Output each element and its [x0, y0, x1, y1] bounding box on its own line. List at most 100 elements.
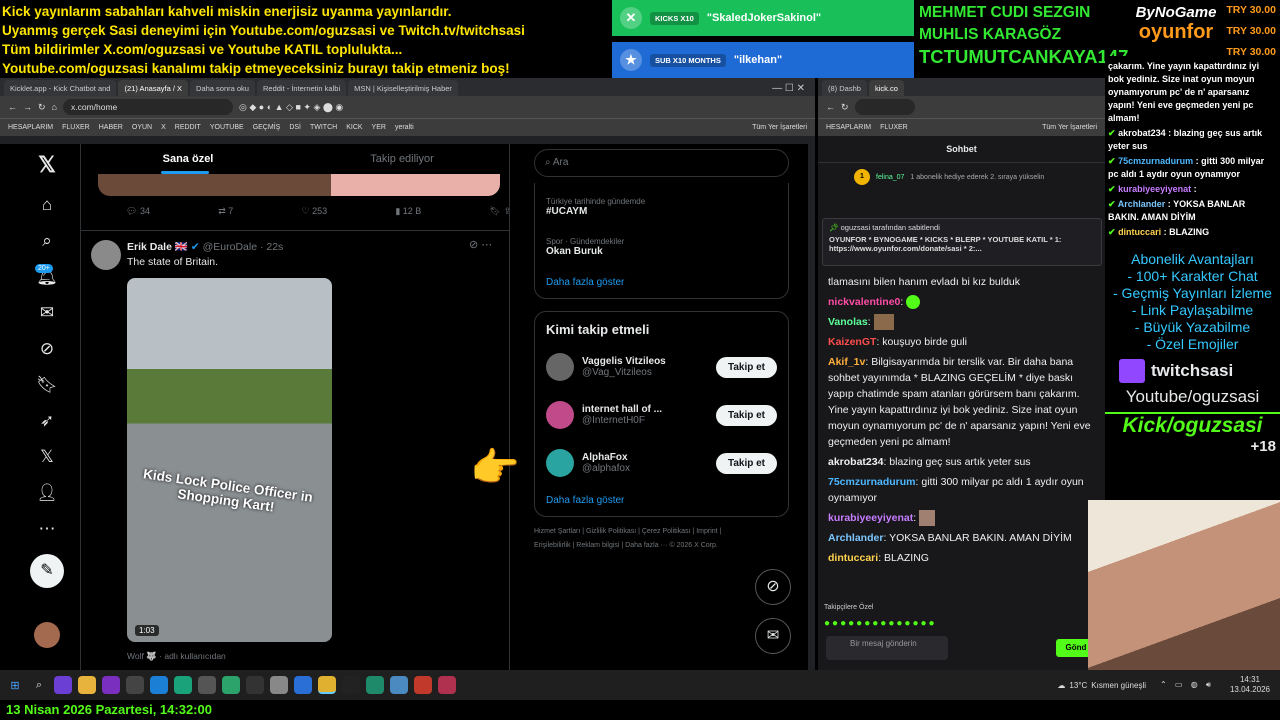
- tab-kick[interactable]: kick.co: [868, 80, 904, 96]
- weather-widget[interactable]: ☁︎ 13°C Kısmen güneşli: [1057, 681, 1146, 690]
- app-icon[interactable]: [246, 676, 264, 694]
- follow-button[interactable]: Takip et: [715, 356, 777, 378]
- onenote-icon[interactable]: [102, 676, 120, 694]
- show-more-link[interactable]: Daha fazla göster: [546, 277, 777, 288]
- previous-media[interactable]: [98, 174, 500, 196]
- chrome-icon[interactable]: [318, 676, 336, 694]
- bookmark[interactable]: FLUXER: [880, 124, 908, 131]
- bookmarks-icon[interactable]: 🔖︎: [36, 374, 58, 396]
- clock[interactable]: 14:31 13.04.2026: [1230, 675, 1270, 695]
- tab-following[interactable]: Takip ediliyor: [295, 144, 509, 174]
- reply-button[interactable]: 💬︎ 34: [126, 206, 150, 217]
- reload-icon[interactable]: ↻: [38, 102, 46, 113]
- bookmark[interactable]: OYUN: [132, 124, 152, 131]
- window-controls[interactable]: — ☐ ✕: [762, 83, 815, 96]
- camera-icon[interactable]: [198, 676, 216, 694]
- profile-icon[interactable]: 👤︎: [36, 482, 58, 504]
- bookmark[interactable]: HESAPLARIM: [826, 124, 871, 131]
- app-icon[interactable]: [438, 676, 456, 694]
- extensions-icon[interactable]: ◎ ◆ ● ◐ ▲ ◇ ■ ✦ ◈ ⬤ ◉: [239, 102, 343, 113]
- tab-dashboard[interactable]: (8) Dashb: [822, 80, 867, 96]
- avatar[interactable]: [546, 401, 574, 429]
- explore-icon[interactable]: ⌕: [36, 230, 58, 252]
- tab-reddit[interactable]: Reddit - İnternetin kalbi: [256, 80, 347, 96]
- more-icon[interactable]: ⋯: [36, 518, 58, 540]
- follow-button[interactable]: Takip et: [715, 452, 777, 474]
- app-icon[interactable]: [126, 676, 144, 694]
- avatar[interactable]: [546, 353, 574, 381]
- bookmark[interactable]: DSİ: [289, 124, 301, 131]
- tab-read-later[interactable]: Daha sonra oku: [190, 80, 255, 96]
- address-bar[interactable]: [854, 99, 915, 115]
- app-icon[interactable]: [294, 676, 312, 694]
- app-icon[interactable]: [366, 676, 384, 694]
- tweet-video[interactable]: Kids Lock Police Officer in Shopping Kar…: [127, 278, 332, 642]
- follow-button[interactable]: Takip et: [715, 404, 777, 426]
- bookmark[interactable]: YER: [372, 124, 386, 131]
- bookmark-share-icons[interactable]: 🔖︎ ⇪: [490, 206, 511, 217]
- post-button[interactable]: ✎: [30, 554, 64, 588]
- bookmark[interactable]: KICK: [346, 124, 362, 131]
- trend-item[interactable]: #UCAYM: [546, 206, 777, 217]
- x-logo-icon[interactable]: 𝕏: [36, 154, 58, 176]
- trend-item[interactable]: Okan Buruk: [546, 246, 777, 257]
- back-icon[interactable]: ←: [826, 102, 835, 112]
- like-button[interactable]: ♡ 253: [301, 206, 327, 217]
- tab-x-home[interactable]: (21) Anasayfa / X: [118, 80, 189, 96]
- reload-icon[interactable]: ↻: [841, 102, 849, 113]
- edge-icon[interactable]: [174, 676, 192, 694]
- author-name[interactable]: Erik Dale: [127, 241, 172, 253]
- emote-bar[interactable]: ●●●●●●●●●●●●●●: [824, 618, 937, 629]
- folder-icon[interactable]: [78, 676, 96, 694]
- app-icon[interactable]: [222, 676, 240, 694]
- tab-msn[interactable]: MSN | Kişiselleştirilmiş Haber: [348, 80, 458, 96]
- tweet-text: The state of Britain.: [127, 256, 219, 268]
- search-input[interactable]: ⌕ Ara: [534, 149, 789, 177]
- avatar[interactable]: [34, 622, 60, 648]
- rocket-icon[interactable]: ➶: [36, 410, 58, 432]
- app-icon[interactable]: [414, 676, 432, 694]
- grok-more-icon[interactable]: ⊘ ⋯: [469, 238, 492, 251]
- bookmark[interactable]: TWITCH: [310, 124, 337, 131]
- chat-message: Vanolas:: [828, 314, 1096, 331]
- author-avatar[interactable]: [91, 240, 121, 270]
- messages-icon[interactable]: ✉: [755, 618, 791, 654]
- tray-icons[interactable]: ⌃ ▭ ◍ 🔊︎: [1160, 680, 1214, 690]
- bookmark[interactable]: X: [161, 124, 166, 131]
- bookmark[interactable]: HABER: [99, 124, 123, 131]
- app-icon[interactable]: [150, 676, 168, 694]
- follow-suggestion: Vaggelis Vitzileos @Vag_Vitzileos Takip e…: [546, 343, 777, 391]
- tab-for-you[interactable]: Sana özel: [81, 144, 295, 174]
- search-icon[interactable]: ⌕: [30, 676, 48, 694]
- bookmark[interactable]: REDDIT: [175, 124, 201, 131]
- all-bookmarks[interactable]: Tüm Yer İşaretleri: [752, 124, 807, 131]
- x-footer[interactable]: Hizmet Şartları | Gizlilik Politikası | …: [534, 525, 744, 553]
- bookmark[interactable]: HESAPLARIM: [8, 124, 53, 131]
- app-icon[interactable]: [342, 676, 360, 694]
- windows-start-icon[interactable]: ⊞: [6, 676, 24, 694]
- forward-icon[interactable]: →: [23, 102, 32, 112]
- app-icon[interactable]: [390, 676, 408, 694]
- bookmark[interactable]: YOUTUBE: [210, 124, 244, 131]
- app-icon[interactable]: [54, 676, 72, 694]
- pinned-message[interactable]: 📌︎ oguzsasi tarafından sabitlendi OYUNFO…: [822, 218, 1102, 266]
- app-icon[interactable]: [270, 676, 288, 694]
- grok-icon[interactable]: ⊘: [755, 569, 791, 605]
- tab-kicklet[interactable]: Kicklet.app - Kick Chatbot and: [4, 80, 117, 96]
- bookmark[interactable]: yeralti: [395, 124, 414, 131]
- bookmark[interactable]: GEÇMİŞ: [253, 124, 281, 131]
- retweet-button[interactable]: ⇄ 7: [218, 206, 233, 217]
- show-more-link[interactable]: Daha fazla göster: [546, 495, 777, 506]
- chat-input[interactable]: Bir mesaj gönderin: [826, 636, 948, 660]
- home-icon[interactable]: ⌂: [36, 194, 58, 216]
- address-bar[interactable]: x.com/home: [62, 99, 233, 115]
- back-icon[interactable]: ←: [8, 102, 17, 112]
- messages-icon[interactable]: ✉: [36, 302, 58, 324]
- premium-icon[interactable]: 𝕏: [36, 446, 58, 468]
- all-bookmarks[interactable]: Tüm Yer İşaretleri: [1042, 124, 1097, 131]
- views-button[interactable]: ▮ 12 B: [395, 206, 421, 217]
- grok-icon[interactable]: ⊘: [36, 338, 58, 360]
- home-icon[interactable]: ⌂: [52, 102, 57, 112]
- bookmark[interactable]: FLUXER: [62, 124, 90, 131]
- avatar[interactable]: [546, 449, 574, 477]
